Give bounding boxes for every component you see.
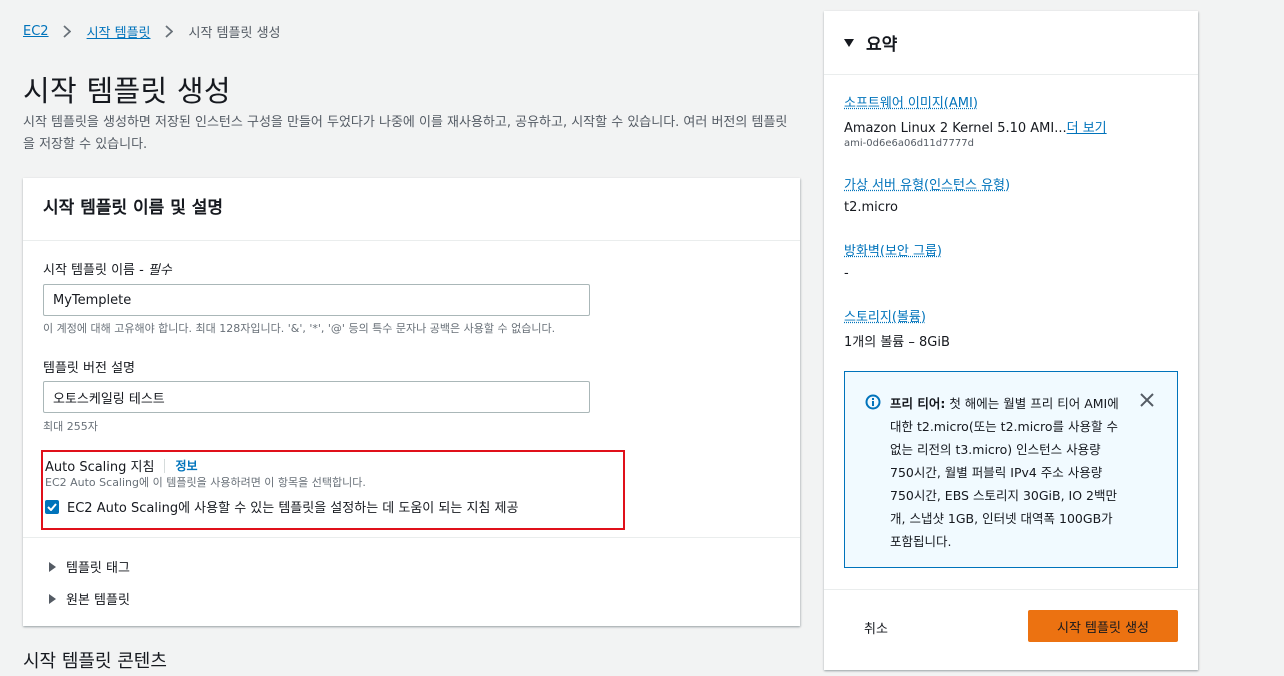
storage-label-link[interactable]: 스토리지(볼륨) <box>844 306 926 325</box>
cancel-button[interactable]: 취소 <box>850 611 902 643</box>
version-description-hint: 최대 255자 <box>43 420 98 433</box>
instance-type-value: t2.micro <box>844 200 898 215</box>
ami-more-link[interactable]: 더 보기 <box>1067 121 1107 136</box>
auto-scaling-checkbox-row[interactable]: EC2 Auto Scaling에 사용할 수 있는 템플릿을 설정하는 데 도… <box>45 497 518 516</box>
checkmark-icon <box>47 502 57 511</box>
breadcrumb-current: 시작 템플릿 생성 <box>188 25 281 41</box>
free-tier-title: 프리 티어: <box>890 396 946 411</box>
summary-title: 요약 <box>866 35 898 55</box>
caret-down-icon <box>844 38 854 47</box>
free-tier-text: 프리 티어: 첫 해에는 월별 프리 티어 AMI에 대한 t2.micro(또… <box>890 392 1128 553</box>
breadcrumb: EC2 시작 템플릿 시작 템플릿 생성 <box>23 20 281 42</box>
chevron-right-icon <box>62 24 71 38</box>
auto-scaling-checkbox[interactable] <box>45 499 59 514</box>
panel-title: 시작 템플릿 이름 및 설명 <box>43 198 224 218</box>
storage-value: 1개의 볼륨 – 8GiB <box>844 335 950 350</box>
security-group-value: - <box>844 266 849 281</box>
auto-scaling-label: Auto Scaling 지침 <box>45 460 155 475</box>
expander-template-tags[interactable]: 템플릿 태그 <box>49 557 130 576</box>
ami-id: ami-0d6e6a06d11d7777d <box>844 138 974 149</box>
breadcrumb-launch-templates[interactable]: 시작 템플릿 <box>87 22 151 41</box>
expander-label: 원본 템플릿 <box>66 593 130 608</box>
breadcrumb-ec2[interactable]: EC2 <box>23 24 49 39</box>
auto-scaling-hint: EC2 Auto Scaling에 이 템플릿을 사용하려면 이 항목을 선택합… <box>45 476 366 489</box>
instance-type-label-link[interactable]: 가상 서버 유형(인스턴스 유형) <box>844 174 1010 193</box>
template-name-label: 시작 템플릿 이름 - 필수 <box>43 263 172 278</box>
info-icon <box>865 394 881 414</box>
version-description-input[interactable] <box>43 381 590 413</box>
security-group-label-link[interactable]: 방화벽(보안 그룹) <box>844 240 942 259</box>
summary-header[interactable]: 요약 <box>824 11 1198 75</box>
auto-scaling-checkbox-label[interactable]: EC2 Auto Scaling에 사용할 수 있는 템플릿을 설정하는 데 도… <box>67 497 518 516</box>
summary-panel: 요약 소프트웨어 이미지(AMI) Amazon Linux 2 Kernel … <box>824 11 1198 670</box>
free-tier-body: 첫 해에는 월별 프리 티어 AMI에 대한 t2.micro(또는 t2.mi… <box>890 396 1119 549</box>
version-description-label: 템플릿 버전 설명 <box>43 361 135 376</box>
ami-value: Amazon Linux 2 Kernel 5.10 AMI...더 보기 <box>844 121 1107 136</box>
page-description: 시작 템플릿을 생성하면 저장된 인스턴스 구성을 만들어 두었다가 나중에 이… <box>23 115 788 152</box>
auto-scaling-label-row: Auto Scaling 지침 정보 <box>45 456 198 475</box>
create-launch-template-button[interactable]: 시작 템플릿 생성 <box>1028 610 1178 642</box>
caret-right-icon <box>49 593 56 604</box>
template-name-hint: 이 계정에 대해 고유해야 합니다. 최대 128자입니다. '&', '*',… <box>43 322 556 335</box>
auto-scaling-guidance-section: Auto Scaling 지침 정보 EC2 Auto Scaling에 이 템… <box>41 450 625 530</box>
close-icon[interactable] <box>1140 392 1154 411</box>
expander-label: 템플릿 태그 <box>66 561 130 576</box>
ami-label-link[interactable]: 소프트웨어 이미지(AMI) <box>844 92 978 111</box>
template-name-input[interactable] <box>43 284 590 316</box>
template-name-panel: 시작 템플릿 이름 및 설명 시작 템플릿 이름 - 필수 이 계정에 대해 고… <box>23 178 800 626</box>
section-title-template-contents: 시작 템플릿 콘텐츠 <box>23 651 167 672</box>
info-link[interactable]: 정보 <box>164 458 198 473</box>
page-title: 시작 템플릿 생성 <box>23 74 231 108</box>
required-marker: 필수 <box>147 263 172 278</box>
divider <box>23 537 800 538</box>
chevron-right-icon <box>164 24 173 38</box>
panel-header: 시작 템플릿 이름 및 설명 <box>23 178 800 241</box>
caret-right-icon <box>49 561 56 572</box>
free-tier-alert: 프리 티어: 첫 해에는 월별 프리 티어 AMI에 대한 t2.micro(또… <box>844 371 1178 568</box>
expander-source-template[interactable]: 원본 템플릿 <box>49 589 130 608</box>
summary-footer-divider <box>824 589 1198 590</box>
